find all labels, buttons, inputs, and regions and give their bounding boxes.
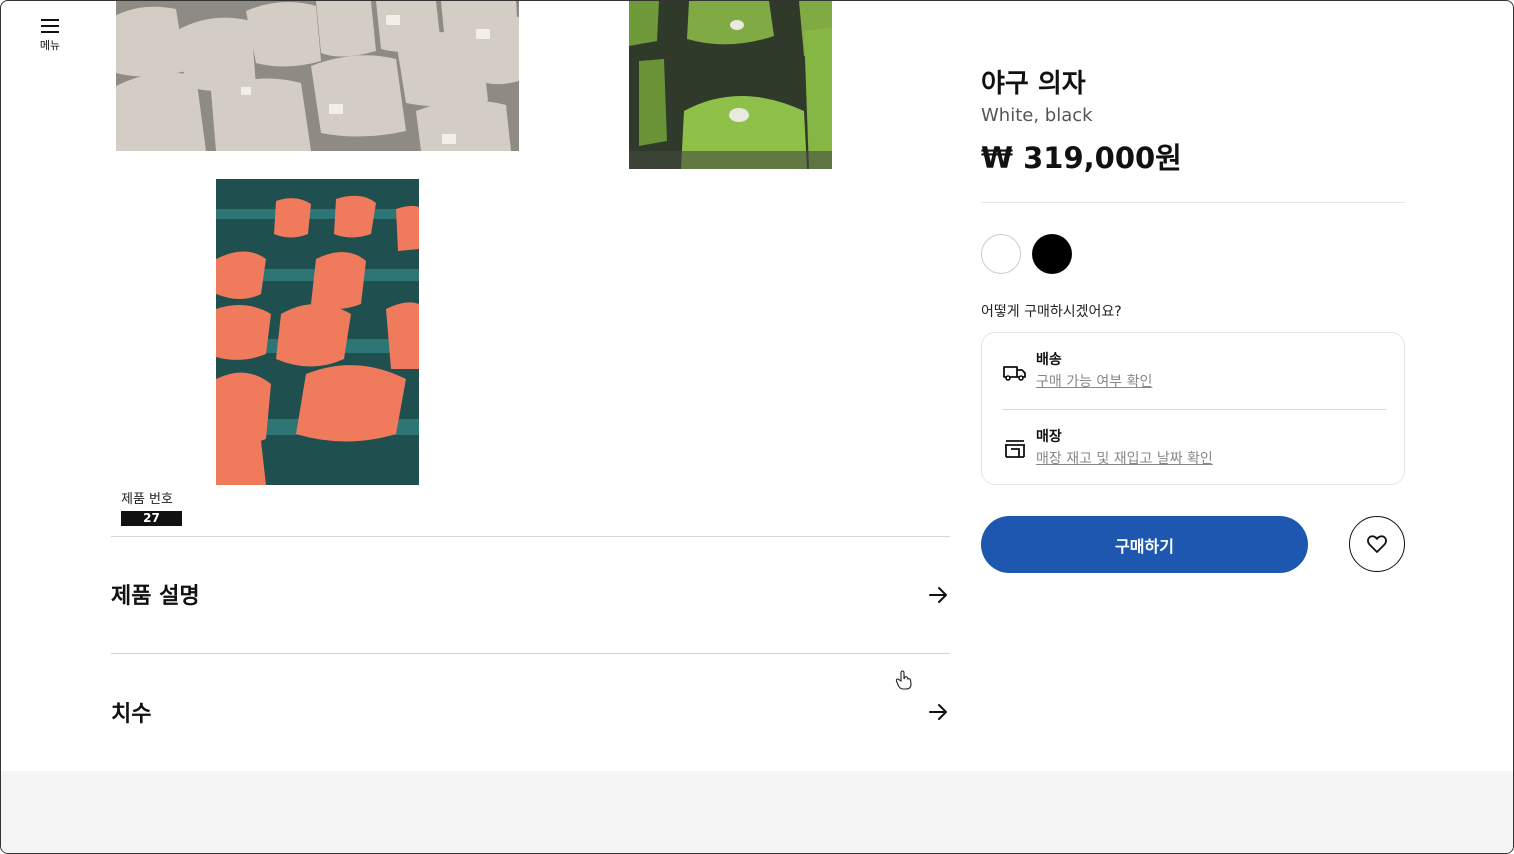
buy-button[interactable]: 구매하기 — [981, 516, 1308, 573]
section-title-description[interactable]: 제품 설명 — [111, 578, 200, 610]
product-image-green-seats[interactable] — [629, 1, 832, 169]
option-delivery[interactable]: 배송 구매 가능 여부 확인 — [982, 347, 1404, 407]
truck-icon — [1003, 366, 1026, 381]
divider — [981, 202, 1405, 203]
product-image-beige-seats[interactable] — [116, 1, 519, 151]
product-image-orange-seats[interactable] — [216, 179, 419, 485]
option-delivery-link[interactable]: 구매 가능 여부 확인 — [1036, 371, 1152, 391]
footer-band — [1, 771, 1513, 853]
article-number: 27 — [121, 511, 182, 526]
product-price: ₩ 319,000원 — [981, 141, 1182, 175]
color-swatch-black[interactable] — [1032, 234, 1072, 274]
store-icon — [1005, 440, 1025, 458]
favorite-button[interactable] — [1349, 516, 1405, 572]
arrow-right-icon[interactable] — [927, 584, 949, 606]
purchase-question: 어떻게 구매하시겠어요? — [981, 304, 1122, 320]
product-name: 야구 의자 — [981, 69, 1086, 99]
divider — [111, 536, 950, 537]
option-delivery-title: 배송 — [1036, 352, 1062, 368]
color-swatch-white[interactable] — [981, 234, 1021, 274]
heart-icon — [1367, 535, 1387, 553]
product-description: White, black — [981, 105, 1093, 126]
menu-icon — [41, 19, 59, 33]
option-store-link[interactable]: 매장 재고 및 재입고 날짜 확인 — [1036, 448, 1213, 468]
divider — [111, 653, 950, 654]
arrow-right-icon[interactable] — [927, 701, 949, 723]
option-store[interactable]: 매장 매장 재고 및 재입고 날짜 확인 — [982, 424, 1404, 484]
option-store-title: 매장 — [1036, 429, 1062, 445]
menu-button[interactable]: 메뉴 — [35, 15, 65, 63]
section-title-dimensions[interactable]: 치수 — [111, 696, 151, 728]
purchase-options: 배송 구매 가능 여부 확인 매장 매장 재고 및 재입고 날짜 확인 — [981, 332, 1405, 485]
menu-label: 메뉴 — [39, 39, 61, 52]
divider — [1002, 409, 1386, 410]
article-number-label: 제품 번호 — [121, 492, 173, 507]
hand-cursor-icon — [895, 670, 912, 690]
product-page: 메뉴 제품 번호 27 제품 설명 치수 야구 의자 White, black … — [0, 0, 1514, 854]
